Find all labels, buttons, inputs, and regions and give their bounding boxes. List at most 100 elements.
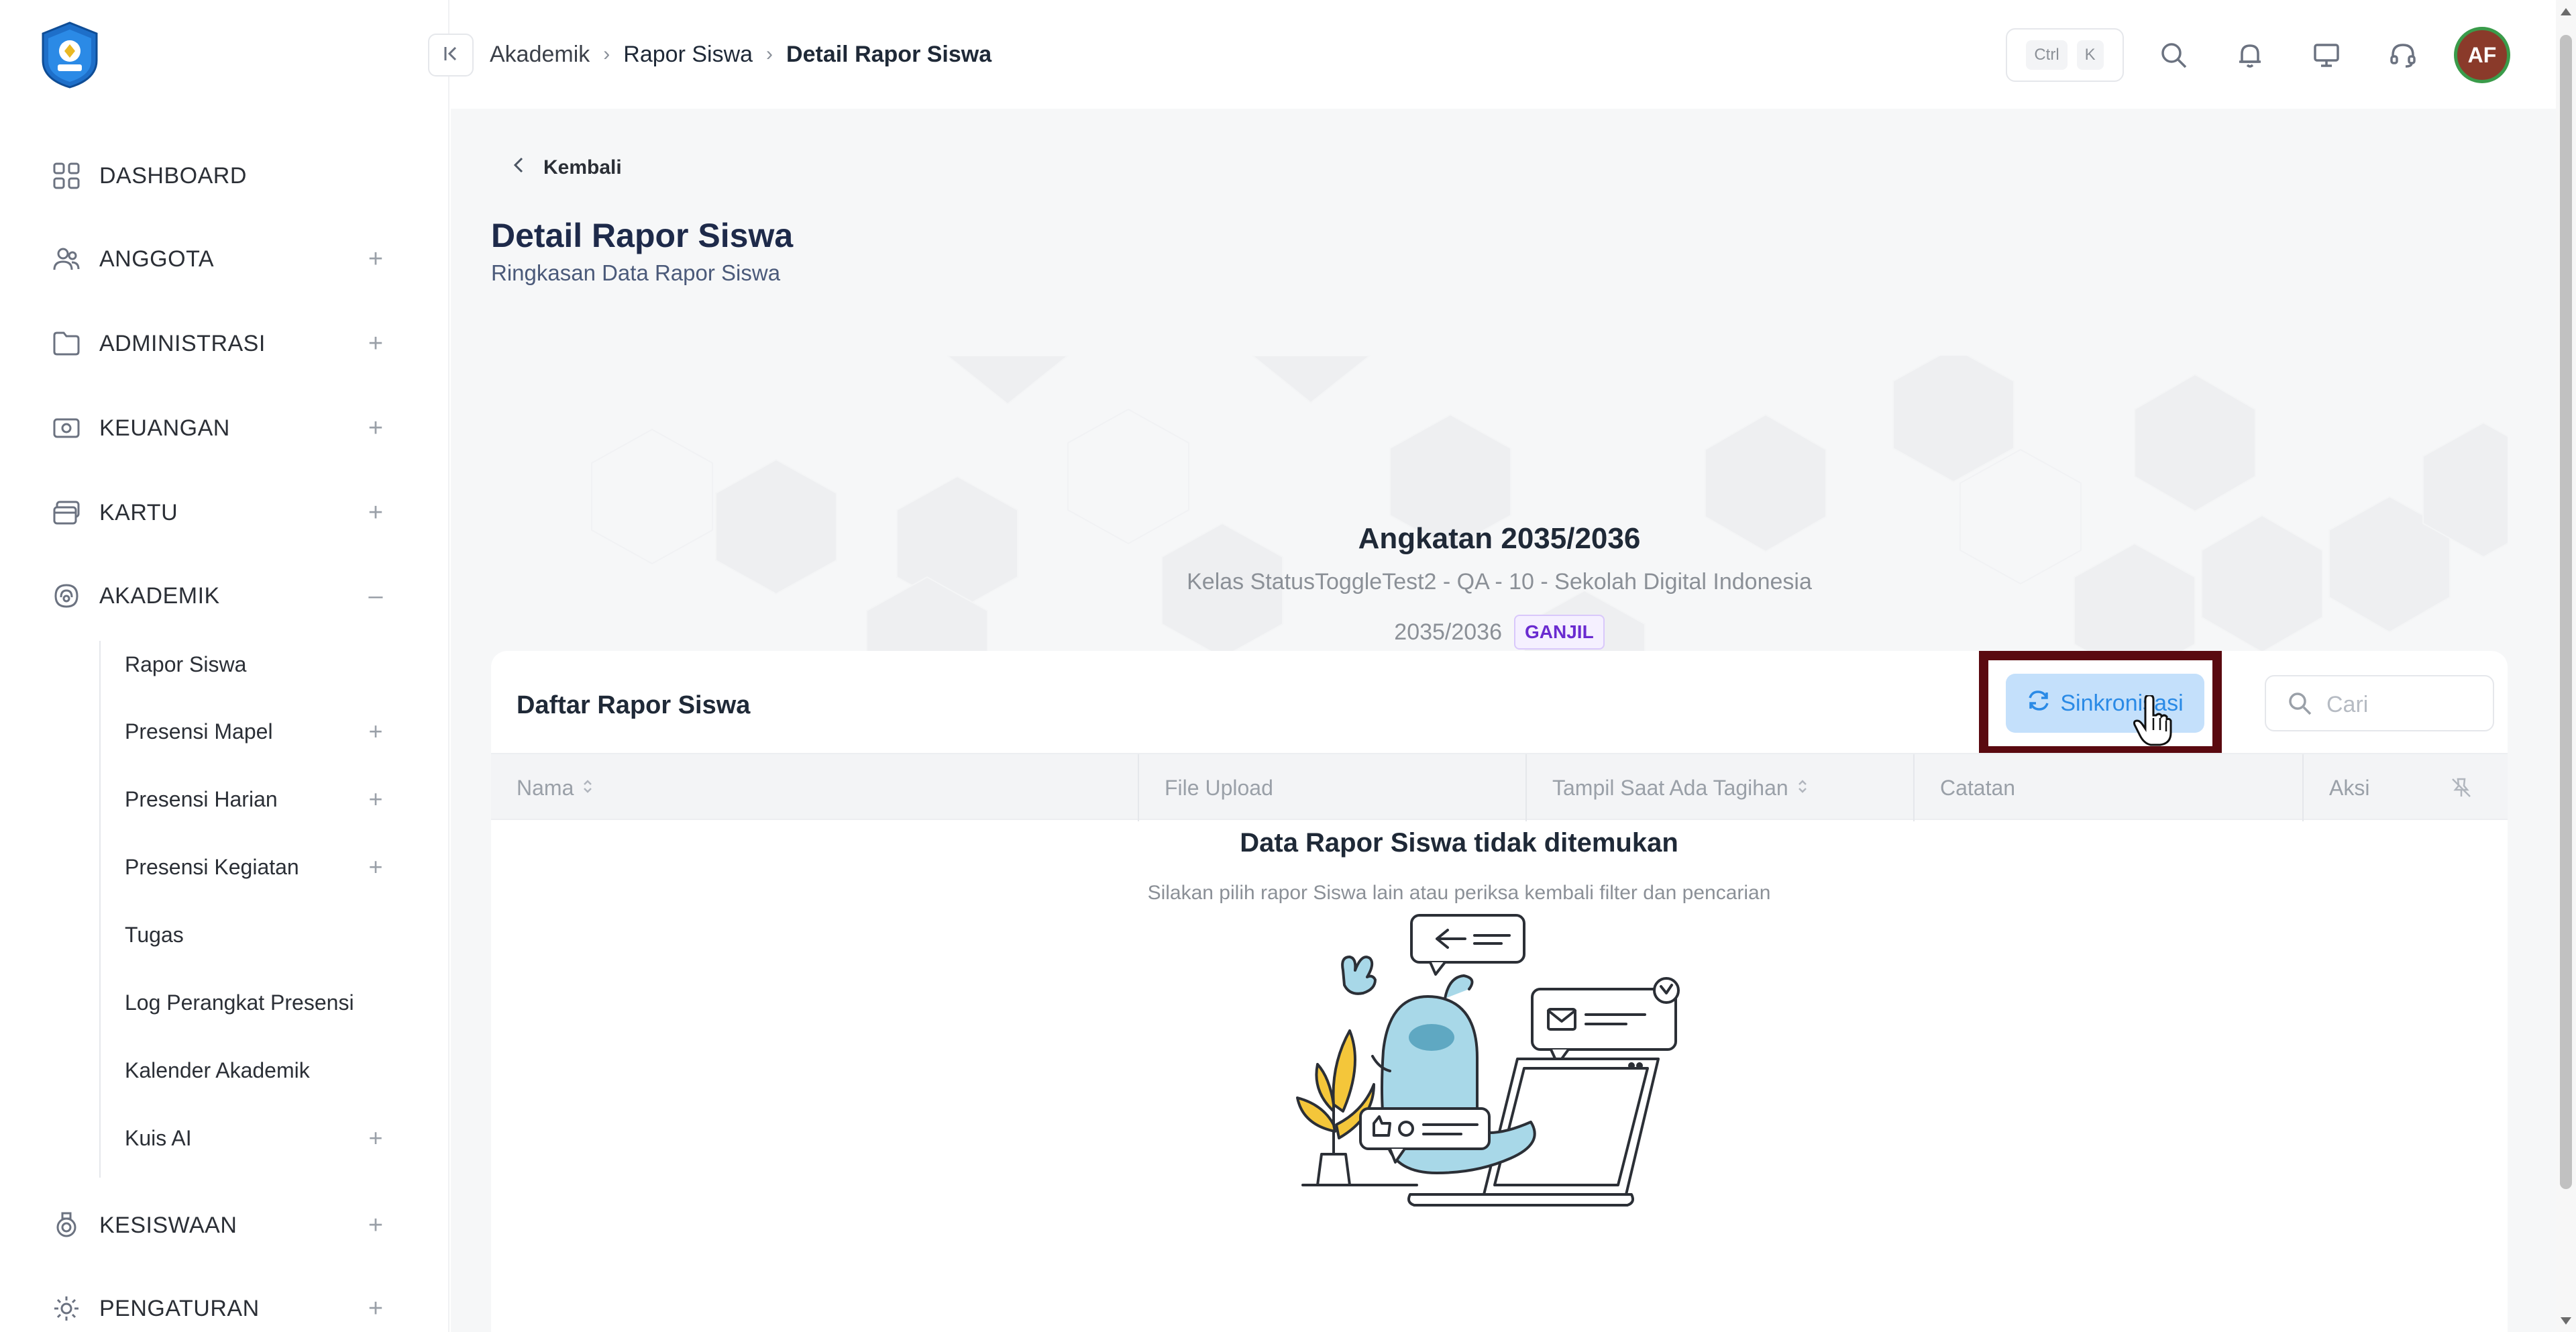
column-header-nama[interactable]: Nama <box>517 754 594 821</box>
column-divider <box>1138 754 1139 821</box>
expand-icon[interactable]: + <box>362 1124 389 1152</box>
column-label: Nama <box>517 775 574 800</box>
sidebar-item-administrasi[interactable]: ADMINISTRASI + <box>0 317 449 370</box>
academic-year: 2035/2036 <box>1394 619 1503 645</box>
expand-icon[interactable]: + <box>362 499 389 527</box>
sidebar-subitem-presensi-mapel[interactable]: Presensi Mapel + <box>125 708 433 755</box>
sidebar-item-pengaturan[interactable]: PENGATURAN + <box>0 1282 449 1332</box>
settings-icon <box>51 1293 82 1324</box>
sidebar-item-label: KEUANGAN <box>99 415 230 441</box>
sidebar-subitem-label: Presensi Harian <box>125 786 278 811</box>
column-label: Aksi <box>2329 775 2370 800</box>
collapse-left-icon <box>441 44 461 67</box>
sidebar-item-label: KARTU <box>99 499 178 525</box>
column-header-tampil-saat-ada-tagihan[interactable]: Tampil Saat Ada Tagihan <box>1552 754 1809 821</box>
page-title: Detail Rapor Siswa <box>491 217 794 254</box>
scroll-up-icon[interactable] <box>2557 3 2575 20</box>
sidebar-subitem-kuis-ai[interactable]: Kuis AI + <box>125 1115 433 1162</box>
sidebar-subitem-label: Kalender Akademik <box>125 1058 310 1082</box>
command-shortcut-button[interactable]: Ctrl K <box>2006 28 2124 82</box>
column-header-aksi: Aksi <box>2329 754 2369 821</box>
shortcut-key-k: K <box>2076 40 2104 70</box>
breadcrumb-rapor-siswa[interactable]: Rapor Siswa <box>623 42 753 68</box>
chevron-right-icon: › <box>766 43 773 65</box>
sidebar-subitem-log-perangkat-presensi[interactable]: Log Perangkat Presensi <box>125 979 433 1026</box>
sidebar-item-dashboard[interactable]: DASHBOARD <box>0 149 449 203</box>
sidebar-item-label: PENGATURAN <box>99 1295 260 1321</box>
scrollbar-thumb[interactable] <box>2560 35 2572 1189</box>
column-label: File Upload <box>1165 775 1273 800</box>
expand-icon[interactable]: + <box>362 717 389 746</box>
breadcrumb-akademik[interactable]: Akademik <box>490 42 590 68</box>
sync-button[interactable]: Sinkronisasi <box>2006 674 2204 733</box>
scroll-down-icon[interactable] <box>2557 1313 2575 1330</box>
sidebar-subitem-presensi-harian[interactable]: Presensi Harian + <box>125 776 433 823</box>
sidebar-item-kesiswaan[interactable]: KESISWAAN + <box>0 1198 449 1252</box>
sidebar-subitem-kalender-akademik[interactable]: Kalender Akademik <box>125 1047 433 1094</box>
headset-icon[interactable] <box>2384 36 2422 74</box>
expand-icon[interactable]: + <box>362 414 389 443</box>
chevron-left-icon <box>511 156 526 180</box>
refresh-icon <box>2027 688 2051 719</box>
search-field[interactable] <box>2265 675 2494 731</box>
column-divider <box>2302 754 2304 821</box>
breadcrumb-detail-rapor-siswa: Detail Rapor Siswa <box>786 41 992 67</box>
unpin-column-icon[interactable] <box>2450 754 2473 821</box>
back-link[interactable]: Kembali <box>511 156 622 180</box>
class-description: Kelas StatusToggleTest2 - QA - 10 - Seko… <box>1187 569 1812 595</box>
submenu-guide-line <box>99 641 101 1178</box>
column-header-catatan: Catatan <box>1940 754 2015 821</box>
semester-badge: GANJIL <box>1514 615 1605 650</box>
user-avatar[interactable]: AF <box>2454 27 2510 83</box>
sort-icon[interactable] <box>1796 776 1809 801</box>
column-divider <box>1913 754 1915 821</box>
sidebar: DASHBOARD ANGGOTA + ADMINISTRASI + KEUAN… <box>0 0 449 1332</box>
sidebar-subitem-label: Log Perangkat Presensi <box>125 990 354 1015</box>
table-header: Nama File Upload Tampil Saat Ada Tagihan… <box>491 753 2508 821</box>
school-logo[interactable] <box>35 20 105 90</box>
folder-icon <box>51 328 82 359</box>
student-icon <box>51 1210 82 1241</box>
card-icon <box>51 497 82 528</box>
sidebar-item-akademik[interactable]: AKADEMIK – <box>0 569 449 623</box>
sidebar-item-keuangan[interactable]: KEUANGAN + <box>0 401 449 455</box>
expand-icon[interactable]: + <box>362 329 389 358</box>
collapse-sidebar-button[interactable] <box>428 34 474 76</box>
expand-icon[interactable]: + <box>362 1294 389 1323</box>
sidebar-subitem-label: Kuis AI <box>125 1125 192 1150</box>
sidebar-item-label: ANGGOTA <box>99 246 214 272</box>
empty-state-subtitle: Silakan pilih rapor Siswa lain atau peri… <box>1147 882 1771 904</box>
sidebar-subitem-label: Tugas <box>125 922 184 947</box>
collapse-icon[interactable]: – <box>362 582 389 611</box>
dashboard-grid-icon <box>51 160 82 191</box>
sidebar-subitem-label: Presensi Kegiatan <box>125 854 299 879</box>
sort-icon[interactable] <box>582 776 594 801</box>
column-label: Catatan <box>1940 775 2016 800</box>
monitor-icon[interactable] <box>2308 36 2345 74</box>
sidebar-subitem-presensi-kegiatan[interactable]: Presensi Kegiatan + <box>125 843 433 890</box>
sidebar-item-kartu[interactable]: KARTU + <box>0 486 449 540</box>
expand-icon[interactable]: + <box>362 1211 389 1240</box>
empty-state-illustration <box>1256 910 1685 1212</box>
search-icon[interactable] <box>2155 36 2192 74</box>
cohort-title: Angkatan 2035/2036 <box>1358 522 1641 555</box>
card-title: Daftar Rapor Siswa <box>517 691 751 719</box>
back-label: Kembali <box>543 156 622 178</box>
bell-icon[interactable] <box>2231 36 2269 74</box>
sidebar-subitem-label: Presensi Mapel <box>125 719 273 744</box>
expand-icon[interactable]: + <box>362 245 389 274</box>
page-subtitle: Ringkasan Data Rapor Siswa <box>491 260 781 285</box>
sidebar-item-anggota[interactable]: ANGGOTA + <box>0 232 449 286</box>
sidebar-item-label: ADMINISTRASI <box>99 330 266 356</box>
search-input[interactable] <box>2326 687 2481 722</box>
sidebar-subitem-rapor-siswa[interactable]: Rapor Siswa <box>125 641 433 688</box>
sidebar-item-label: AKADEMIK <box>99 582 220 609</box>
column-header-file-upload: File Upload <box>1165 754 1273 821</box>
column-label: Tampil Saat Ada Tagihan <box>1552 775 1788 800</box>
sidebar-subitem-tugas[interactable]: Tugas <box>125 911 433 958</box>
empty-state-title: Data Rapor Siswa tidak ditemukan <box>1240 828 1678 858</box>
expand-icon[interactable]: + <box>362 853 389 881</box>
academic-year-row: 2035/2036 GANJIL <box>491 615 2508 650</box>
users-icon <box>51 244 82 274</box>
expand-icon[interactable]: + <box>362 785 389 813</box>
